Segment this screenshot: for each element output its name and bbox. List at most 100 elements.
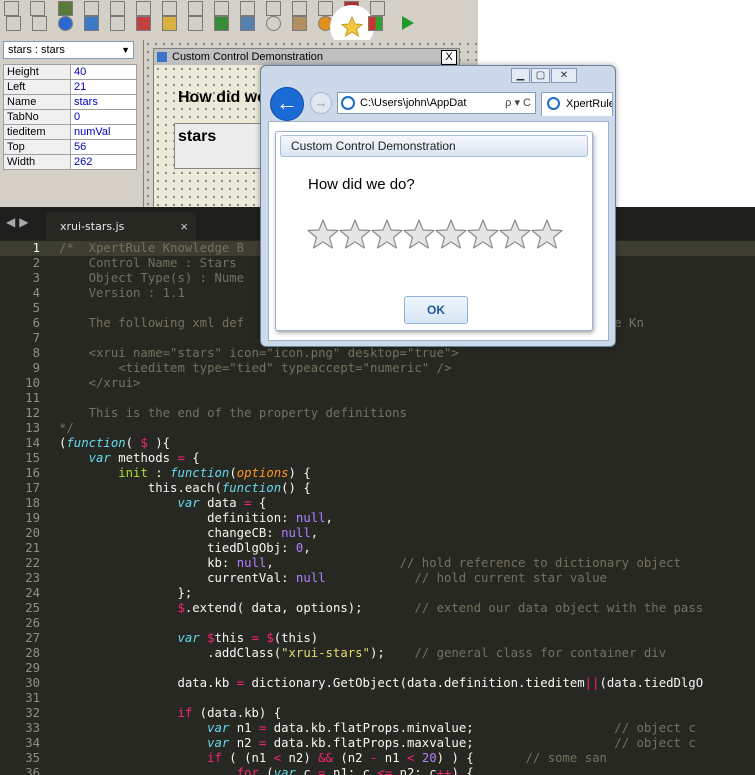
code-line[interactable]: 21 tiedDlgObj: 0, [0, 541, 755, 556]
browser-tab[interactable]: XpertRule [541, 92, 613, 116]
address-bar[interactable]: C:\Users\john\AppDat ρ ▾ C [337, 92, 536, 114]
star-icon[interactable] [467, 218, 499, 250]
line-number: 16 [25, 466, 40, 480]
property-value[interactable]: 262 [70, 154, 137, 170]
design-form-title[interactable]: Custom Control Demonstration X [154, 49, 459, 65]
code-line[interactable]: 31 [0, 691, 755, 706]
forward-button[interactable]: → [310, 92, 332, 114]
code-line[interactable]: 25 $.extend( data, options); // extend o… [0, 601, 755, 616]
tool-icon[interactable] [136, 1, 151, 16]
search-refresh-icon[interactable]: ρ ▾ C [505, 93, 531, 113]
tool-icon[interactable] [240, 1, 255, 16]
property-row[interactable]: Name stars [3, 94, 137, 110]
code-line[interactable]: 28 .addClass("xrui-stars"); // general c… [0, 646, 755, 661]
code-line[interactable]: 15 var methods = { [0, 451, 755, 466]
monitor-tool-icon[interactable] [240, 16, 255, 31]
property-row[interactable]: Width 262 [3, 154, 137, 170]
star-icon[interactable] [435, 218, 467, 250]
upload-tool-icon[interactable] [162, 16, 177, 31]
code-line[interactable]: 30 data.kb = dictionary.GetObject(data.d… [0, 676, 755, 691]
tab-close-icon[interactable]: × [180, 219, 188, 234]
code-line[interactable]: 17 this.each(function() { [0, 481, 755, 496]
code-line[interactable]: 22 kb: null, // hold reference to dictio… [0, 556, 755, 571]
close-button[interactable]: ✕ [551, 68, 577, 83]
star-icon[interactable] [371, 218, 403, 250]
pointer-tool-icon[interactable] [4, 1, 19, 16]
property-row[interactable]: Height 40 [3, 64, 137, 80]
code-line[interactable]: 27 var $this = $(this) [0, 631, 755, 646]
calendar-tool-icon[interactable] [136, 16, 151, 31]
star-icon[interactable] [307, 218, 339, 250]
code-line[interactable]: 14 (function( $ ){ [0, 436, 755, 451]
code-line[interactable]: 10 </xrui> [0, 376, 755, 391]
code-line[interactable]: 12 This is the end of the property defin… [0, 406, 755, 421]
gear-tool-icon[interactable] [292, 16, 307, 31]
code-line[interactable]: 23 currentVal: null // hold current star… [0, 571, 755, 586]
property-value[interactable]: numVal [70, 124, 137, 140]
property-row[interactable]: Left 21 [3, 79, 137, 95]
code-line[interactable]: 8 <xrui name="stars" icon="icon.png" des… [0, 346, 755, 361]
code-text: if ( (n1 < n2) && (n2 - n1 < 20) ) { // … [207, 751, 607, 765]
object-select[interactable]: stars : stars ▼ [3, 41, 134, 59]
property-value[interactable]: 0 [70, 109, 137, 125]
code-line[interactable]: 19 definition: null, [0, 511, 755, 526]
tool-icon[interactable] [162, 1, 177, 16]
property-value[interactable]: 56 [70, 139, 137, 155]
property-value[interactable]: 40 [70, 64, 137, 80]
ok-button[interactable]: OK [404, 296, 468, 324]
star-icon[interactable] [403, 218, 435, 250]
code-line[interactable]: 11 [0, 391, 755, 406]
property-value[interactable]: stars [70, 94, 137, 110]
property-row[interactable]: tieditem numVal [3, 124, 137, 140]
tool-icon[interactable] [58, 1, 73, 16]
frame-tool-icon[interactable] [188, 16, 203, 31]
code-line[interactable]: 33 var n1 = data.kb.flatProps.minvalue; … [0, 721, 755, 736]
chart-tool-icon[interactable] [84, 16, 99, 31]
tab-nav-arrows-icon[interactable]: ◀▶ [6, 215, 32, 229]
code-text: <xrui name="stars" icon="icon.png" deskt… [59, 346, 459, 360]
maximize-button[interactable]: ▢ [531, 68, 550, 83]
code-line[interactable]: 26 [0, 616, 755, 631]
property-row[interactable]: TabNo 0 [3, 109, 137, 125]
code-line[interactable]: 32 if (data.kb) { [0, 706, 755, 721]
tool-icon[interactable] [188, 1, 203, 16]
tab-xrui-stars[interactable]: xrui-stars.js × [46, 212, 196, 240]
run-icon[interactable] [402, 16, 414, 30]
code-line[interactable]: 29 [0, 661, 755, 676]
globe-tool-icon[interactable] [58, 16, 73, 31]
design-form-close-button[interactable]: X [441, 50, 457, 65]
tool-icon[interactable] [266, 1, 281, 16]
line-number: 18 [25, 496, 40, 510]
tool-icon[interactable] [84, 1, 99, 16]
code-line[interactable]: 20 changeCB: null, [0, 526, 755, 541]
tool-icon[interactable] [110, 1, 125, 16]
code-line[interactable]: 13 */ [0, 421, 755, 436]
select-tool-icon[interactable] [6, 16, 21, 31]
minimize-button[interactable]: ▁ [511, 68, 530, 83]
star-icon[interactable] [531, 218, 563, 250]
property-row[interactable]: Top 56 [3, 139, 137, 155]
code-line[interactable]: 24 }; [0, 586, 755, 601]
ie-tab-icon [547, 97, 560, 110]
code-line[interactable]: 18 var data = { [0, 496, 755, 511]
code-line[interactable]: 36 for (var c = n1; c <= n2; c++) { [0, 766, 755, 775]
code-line[interactable]: 35 if ( (n1 < n2) && (n2 - n1 < 20) ) { … [0, 751, 755, 766]
tool-icon[interactable] [214, 1, 229, 16]
grid-tool-icon[interactable] [368, 16, 383, 31]
star-icon[interactable] [499, 218, 531, 250]
text-tool-icon[interactable] [30, 1, 45, 16]
code-line[interactable]: 16 init : function(options) { [0, 466, 755, 481]
clock-tool-icon[interactable] [266, 16, 281, 31]
code-text: var n1 = data.kb.flatProps.minvalue; // … [207, 721, 696, 735]
label-tool-icon[interactable] [32, 16, 47, 31]
code-line[interactable]: 34 var n2 = data.kb.flatProps.maxvalue; … [0, 736, 755, 751]
property-value[interactable]: 21 [70, 79, 137, 95]
image-tool-icon[interactable] [214, 16, 229, 31]
star-icon[interactable] [339, 218, 371, 250]
design-form-heading[interactable]: How did we [178, 89, 266, 107]
window-tool-icon[interactable] [110, 16, 125, 31]
code-line[interactable]: 9 <tieditem type="tied" typeaccept="nume… [0, 361, 755, 376]
chevron-down-icon[interactable]: ▼ [121, 42, 130, 58]
back-button[interactable]: ← [270, 87, 304, 121]
tool-icon[interactable] [292, 1, 307, 16]
